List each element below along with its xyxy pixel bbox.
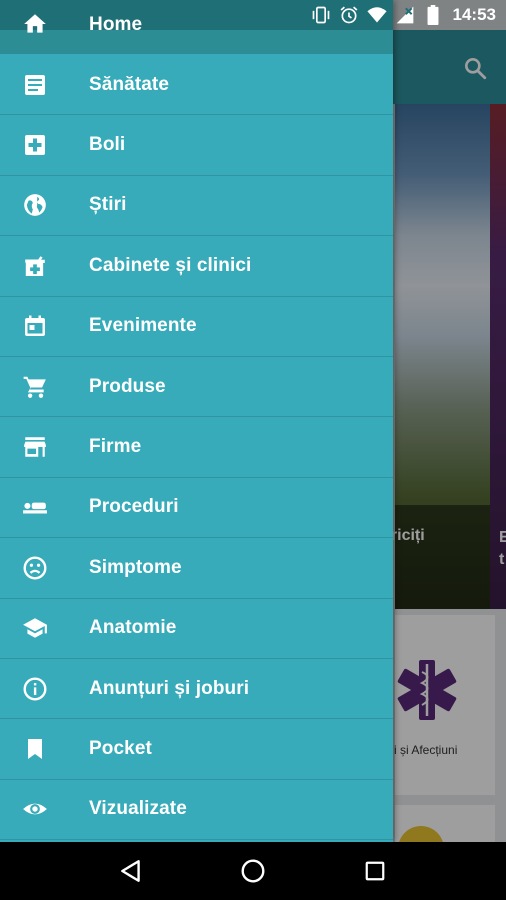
- drawer-item-evenimente[interactable]: Evenimente: [0, 297, 393, 357]
- battery-icon: [423, 5, 443, 25]
- drawer-item-cabinete-si-clinici[interactable]: Cabinete și clinici: [0, 236, 393, 297]
- drawer-item-sanatate[interactable]: Sănătate: [0, 55, 393, 116]
- drawer-item-label: Cabinete și clinici: [89, 254, 252, 276]
- status-bar: 14:53: [0, 0, 506, 30]
- vibrate-icon: [311, 5, 331, 25]
- alarm-icon: [339, 5, 359, 25]
- procedure-bed-icon: [22, 494, 48, 520]
- drawer-item-stiri[interactable]: Știri: [0, 176, 393, 237]
- drawer-item-label: Știri: [89, 194, 127, 216]
- signal-icon: [395, 5, 415, 25]
- drawer-item-produse[interactable]: Produse: [0, 357, 393, 418]
- drawer-item-anunturi-si-joburi[interactable]: Anunțuri și joburi: [0, 659, 393, 720]
- globe-icon: [22, 192, 48, 218]
- medical-plus-icon: [22, 132, 48, 158]
- navigation-drawer: Home Sănătate Boli Știri Cabinete și cli: [0, 0, 393, 842]
- drawer-menu: Home Sănătate Boli Știri Cabinete și cli: [0, 0, 393, 841]
- back-icon[interactable]: [114, 854, 148, 888]
- drawer-item-pocket[interactable]: Pocket: [0, 719, 393, 780]
- school-icon: [22, 615, 48, 641]
- drawer-item-label: Vizualizate: [89, 798, 187, 820]
- article-icon: [22, 72, 48, 98]
- sad-face-icon: [22, 555, 48, 581]
- drawer-item-boli[interactable]: Boli: [0, 115, 393, 176]
- recents-icon[interactable]: [358, 854, 392, 888]
- drawer-item-label: Proceduri: [89, 496, 179, 518]
- drawer-item-label: Simptome: [89, 556, 182, 578]
- drawer-item-simptome[interactable]: Simptome: [0, 538, 393, 599]
- drawer-item-label: Pocket: [89, 737, 152, 759]
- clinic-icon: [22, 253, 48, 279]
- drawer-item-vizualizate[interactable]: Vizualizate: [0, 780, 393, 841]
- eye-icon: [22, 796, 48, 822]
- status-time: 14:53: [452, 5, 496, 24]
- drawer-item-proceduri[interactable]: Proceduri: [0, 478, 393, 539]
- drawer-item-label: Anatomie: [89, 617, 177, 639]
- system-nav-bar: [0, 842, 506, 900]
- wifi-icon: [366, 5, 387, 25]
- drawer-item-label: Sănătate: [89, 73, 170, 95]
- calendar-icon: [22, 313, 48, 339]
- home-circle-icon[interactable]: [236, 854, 270, 888]
- drawer-item-label: Anunțuri și joburi: [89, 677, 250, 699]
- bookmark-icon: [22, 736, 48, 762]
- drawer-item-label: Boli: [89, 134, 126, 156]
- drawer-item-anatomie[interactable]: Anatomie: [0, 599, 393, 659]
- drawer-item-label: Produse: [89, 375, 166, 397]
- drawer-item-label: Evenimente: [89, 315, 197, 337]
- drawer-item-firme[interactable]: Firme: [0, 417, 393, 478]
- info-icon: [22, 676, 48, 702]
- cart-icon: [22, 374, 48, 400]
- drawer-item-label: Firme: [89, 436, 142, 458]
- store-icon: [22, 434, 48, 460]
